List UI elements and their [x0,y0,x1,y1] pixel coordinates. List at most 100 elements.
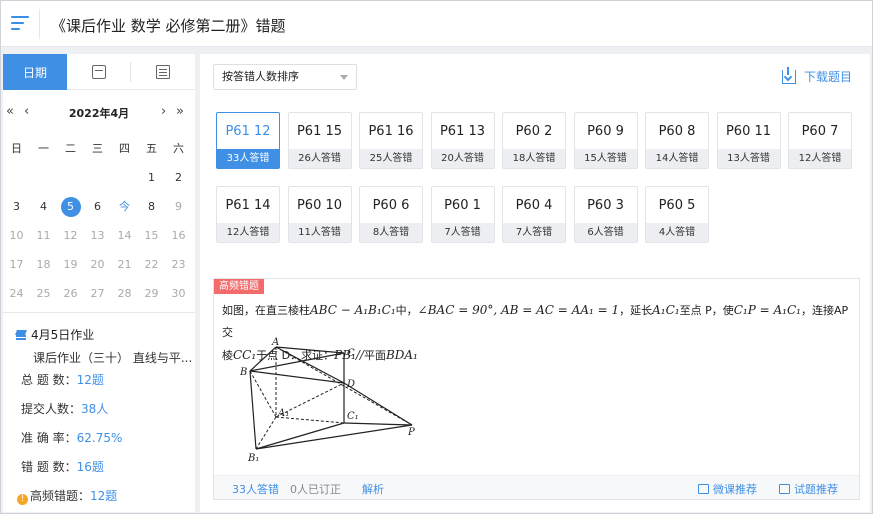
micro-lesson-label: 微课推荐 [713,483,757,496]
calendar-day[interactable]: 今 [111,197,138,226]
calendar-day[interactable]: 26 [57,284,84,313]
question-card[interactable]: P60 8 14人答错 [645,112,709,169]
question-text-part: 如图，在直三棱柱 [222,304,310,317]
question-card-label: P61 12 [225,124,271,139]
question-text-part: 至点 P，使 [679,304,734,317]
calendar-day[interactable]: 17 [3,255,30,284]
question-card[interactable]: P60 1 7人答错 [430,186,495,243]
stat-high-freq[interactable]: ! 高频错题：12题 [17,487,117,505]
layers-icon [15,329,28,341]
question-card[interactable]: P61 16 25人答错 [359,112,423,169]
download-button[interactable]: 下载题目 [781,66,852,85]
calendar-day-label: 28 [117,287,132,300]
calendar-day[interactable]: 22 [138,255,165,284]
tab-document[interactable] [131,54,195,90]
math-expression: ABC − A₁B₁C₁ [310,303,396,317]
calendar-day-label: 18 [36,258,51,271]
tab-date[interactable]: 日期 [3,54,67,90]
calendar-day[interactable]: 15 [138,226,165,255]
stat-label: 总 题 数： [21,373,77,387]
calendar-day-label: 24 [9,287,24,300]
calendar-day[interactable]: 20 [84,255,111,284]
calendar-day[interactable]: 18 [30,255,57,284]
calendar-day[interactable]: 16 [165,226,192,255]
page-title: 《课后作业 数学 必修第二册》错题 [51,17,286,35]
calendar-day[interactable]: 24 [3,284,30,313]
question-card[interactable]: P60 6 8人答错 [359,186,423,243]
calendar-day[interactable]: 29 [138,284,165,313]
question-card[interactable]: P60 9 15人答错 [573,112,638,169]
question-card-count: 20人答错 [431,149,494,168]
question-text-part: ，延长 [619,304,653,317]
micro-lesson-button[interactable]: 微课推荐 [698,481,757,497]
question-card-label: P60 1 [444,198,481,213]
question-card[interactable]: P61 14 12人答错 [216,186,280,243]
stat-label: 准 确 率： [21,431,77,445]
calendar-day-label: 15 [144,229,159,242]
question-card[interactable]: P60 4 7人答错 [502,186,566,243]
calendar-day[interactable]: 8 [138,197,165,226]
question-card[interactable]: P61 13 20人答错 [430,112,495,169]
next-year-icon[interactable]: » [176,104,184,119]
wrong-count-link[interactable]: 33人答错 [232,481,279,497]
calendar-day[interactable]: 9 [165,197,192,226]
calendar-day[interactable]: 3 [3,197,30,226]
divider [3,312,195,313]
tab-folder[interactable] [67,54,131,90]
calendar-day-label: 21 [117,258,132,271]
calendar-weekday-row: 日一二三四五六 [3,139,195,168]
question-card-count: 12人答错 [217,223,279,242]
calendar-day[interactable]: 6 [84,197,111,226]
calendar-day[interactable]: 11 [30,226,57,255]
calendar-day[interactable]: 1 [138,168,165,197]
figure-label-d: D [346,379,355,390]
calendar-day[interactable]: 19 [57,255,84,284]
homework-title[interactable]: 4月5日作业 [15,326,193,343]
question-card[interactable]: P60 7 12人答错 [788,112,852,169]
calendar-day[interactable]: 2 [165,168,192,197]
calendar-day[interactable]: 21 [111,255,138,284]
calendar-day[interactable]: 28 [111,284,138,313]
stat-value: 12题 [76,373,104,387]
question-card[interactable]: P60 11 13人答错 [716,112,781,169]
calendar-weekday: 一 [38,142,49,155]
analysis-link[interactable]: 解析 [362,481,384,497]
calendar-day[interactable]: 30 [165,284,192,313]
next-month-icon[interactable]: › [161,104,166,119]
homework-title-text: 4月5日作业 [31,328,95,342]
calendar-day-label: 27 [90,287,105,300]
menu-icon[interactable] [11,16,31,32]
calendar-day-label: 13 [90,229,105,242]
question-card[interactable]: P60 5 4人答错 [645,186,709,243]
sidebar: 日期 « ‹ 2022年4月 › » 日一二三四五六 1 2 3 4 5 6 今 8 9 10 11 1… [3,54,195,512]
calendar-day[interactable]: 14 [111,226,138,255]
question-card-count: 4人答错 [646,223,708,242]
calendar-day[interactable]: 5 [57,197,84,226]
question-card[interactable]: P61 12 33人答错 [216,112,280,169]
calendar-day[interactable]: 25 [30,284,57,313]
sort-select[interactable]: 按答错人数排序 [213,64,357,90]
calendar-day[interactable]: 13 [84,226,111,255]
question-card-count: 18人答错 [503,149,565,168]
question-card[interactable]: P60 2 18人答错 [502,112,566,169]
chevron-down-icon [340,75,348,80]
figure-label-p: P [407,427,415,438]
calendar-day-label: 17 [9,258,24,271]
calendar-week-row: 24 25 26 27 28 29 30 [3,284,195,313]
calendar-day[interactable]: 12 [57,226,84,255]
calendar-weekday: 六 [173,142,184,155]
document-icon [156,65,170,79]
question-card-count: 12人答错 [789,149,851,168]
question-card-label: P60 4 [515,198,553,213]
question-card[interactable]: P60 10 11人答错 [287,186,352,243]
calendar-day[interactable]: 4 [30,197,57,226]
main-panel: 按答错人数排序 下载题目 P61 12 33人答错 P61 15 26人答错 P61 1… [200,54,870,512]
calendar-day[interactable]: 10 [3,226,30,255]
question-card[interactable]: P60 3 6人答错 [573,186,638,243]
calendar-day[interactable]: 23 [165,255,192,284]
stat-wrong: 错 题 数：16题 [21,458,104,475]
question-card[interactable]: P61 15 26人答错 [287,112,352,169]
question-card-label: P61 16 [368,124,414,139]
question-recommend-button[interactable]: 试题推荐 [779,481,838,497]
calendar-day[interactable]: 27 [84,284,111,313]
